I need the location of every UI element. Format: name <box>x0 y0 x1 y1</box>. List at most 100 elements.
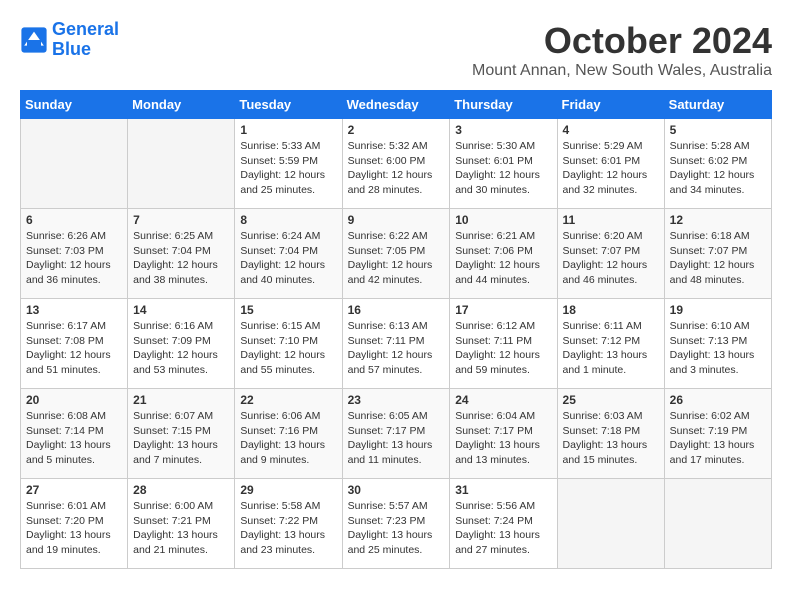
cell-content: Sunrise: 6:10 AMSunset: 7:13 PMDaylight:… <box>670 319 766 378</box>
cell-content: Sunrise: 6:07 AMSunset: 7:15 PMDaylight:… <box>133 409 229 468</box>
calendar-week-1: 1Sunrise: 5:33 AMSunset: 5:59 PMDaylight… <box>21 119 772 209</box>
logo-icon <box>20 26 48 54</box>
day-header-friday: Friday <box>557 91 664 119</box>
day-number: 16 <box>348 303 445 317</box>
cell-content: Sunrise: 6:24 AMSunset: 7:04 PMDaylight:… <box>240 229 336 288</box>
day-number: 15 <box>240 303 336 317</box>
cell-content: Sunrise: 5:56 AMSunset: 7:24 PMDaylight:… <box>455 499 551 558</box>
calendar-week-3: 13 Sunrise: 6:17 AMSunset: 7:08 PMDayligh… <box>21 299 772 389</box>
calendar-week-4: 20 Sunrise: 6:08 AMSunset: 7:14 PMDayligh… <box>21 389 772 479</box>
day-header-monday: Monday <box>128 91 235 119</box>
day-number: 8 <box>240 213 336 227</box>
calendar-table: SundayMondayTuesdayWednesdayThursdayFrid… <box>20 90 772 569</box>
day-number: 11 <box>563 213 659 227</box>
calendar-cell: 24 Sunrise: 6:04 AMSunset: 7:17 PMDayligh… <box>450 389 557 479</box>
cell-content: Sunrise: 6:01 AMSunset: 7:20 PMDaylight:… <box>26 499 122 558</box>
day-number: 24 <box>455 393 551 407</box>
calendar-cell: 7Sunrise: 6:25 AMSunset: 7:04 PMDaylight… <box>128 209 235 299</box>
calendar-cell: 31 Sunrise: 5:56 AMSunset: 7:24 PMDayligh… <box>450 479 557 569</box>
calendar-cell: 28 Sunrise: 6:00 AMSunset: 7:21 PMDayligh… <box>128 479 235 569</box>
cell-content: Sunrise: 6:15 AMSunset: 7:10 PMDaylight:… <box>240 319 336 378</box>
cell-content: Sunrise: 6:13 AMSunset: 7:11 PMDaylight:… <box>348 319 445 378</box>
calendar-cell: 13 Sunrise: 6:17 AMSunset: 7:08 PMDayligh… <box>21 299 128 389</box>
calendar-cell: 14 Sunrise: 6:16 AMSunset: 7:09 PMDayligh… <box>128 299 235 389</box>
day-number: 25 <box>563 393 659 407</box>
day-header-sunday: Sunday <box>21 91 128 119</box>
day-number: 22 <box>240 393 336 407</box>
day-number: 20 <box>26 393 122 407</box>
day-number: 10 <box>455 213 551 227</box>
cell-content: Sunrise: 6:20 AMSunset: 7:07 PMDaylight:… <box>563 229 659 288</box>
day-number: 6 <box>26 213 122 227</box>
calendar-cell: 11 Sunrise: 6:20 AMSunset: 7:07 PMDayligh… <box>557 209 664 299</box>
day-number: 2 <box>348 123 445 137</box>
cell-content: Sunrise: 6:18 AMSunset: 7:07 PMDaylight:… <box>670 229 766 288</box>
calendar-cell: 2 Sunrise: 5:32 AMSunset: 6:00 PMDaylight… <box>342 119 450 209</box>
day-number: 5 <box>670 123 766 137</box>
calendar-week-2: 6Sunrise: 6:26 AMSunset: 7:03 PMDaylight… <box>21 209 772 299</box>
calendar-cell: 1Sunrise: 5:33 AMSunset: 5:59 PMDaylight… <box>235 119 342 209</box>
calendar-cell: 6Sunrise: 6:26 AMSunset: 7:03 PMDaylight… <box>21 209 128 299</box>
day-number: 29 <box>240 483 336 497</box>
day-number: 26 <box>670 393 766 407</box>
logo-text: General Blue <box>52 20 119 60</box>
day-number: 23 <box>348 393 445 407</box>
cell-content: Sunrise: 6:05 AMSunset: 7:17 PMDaylight:… <box>348 409 445 468</box>
day-header-saturday: Saturday <box>664 91 771 119</box>
day-number: 30 <box>348 483 445 497</box>
cell-content: Sunrise: 6:08 AMSunset: 7:14 PMDaylight:… <box>26 409 122 468</box>
cell-content: Sunrise: 6:22 AMSunset: 7:05 PMDaylight:… <box>348 229 445 288</box>
day-number: 21 <box>133 393 229 407</box>
day-header-wednesday: Wednesday <box>342 91 450 119</box>
calendar-cell: 19 Sunrise: 6:10 AMSunset: 7:13 PMDayligh… <box>664 299 771 389</box>
cell-content: Sunrise: 5:57 AMSunset: 7:23 PMDaylight:… <box>348 499 445 558</box>
day-number: 4 <box>563 123 659 137</box>
month-title: October 2024 <box>472 20 772 62</box>
cell-content: Sunrise: 5:58 AMSunset: 7:22 PMDaylight:… <box>240 499 336 558</box>
cell-content: Sunrise: 6:16 AMSunset: 7:09 PMDaylight:… <box>133 319 229 378</box>
calendar-cell: 9 Sunrise: 6:22 AMSunset: 7:05 PMDaylight… <box>342 209 450 299</box>
day-number: 19 <box>670 303 766 317</box>
day-number: 28 <box>133 483 229 497</box>
cell-content: Sunrise: 5:28 AMSunset: 6:02 PMDaylight:… <box>670 139 766 198</box>
calendar-cell: 21 Sunrise: 6:07 AMSunset: 7:15 PMDayligh… <box>128 389 235 479</box>
calendar-cell: 22 Sunrise: 6:06 AMSunset: 7:16 PMDayligh… <box>235 389 342 479</box>
day-number: 3 <box>455 123 551 137</box>
calendar-cell: 29 Sunrise: 5:58 AMSunset: 7:22 PMDayligh… <box>235 479 342 569</box>
calendar-cell: 3 Sunrise: 5:30 AMSunset: 6:01 PMDaylight… <box>450 119 557 209</box>
logo: General Blue <box>20 20 119 60</box>
cell-content: Sunrise: 6:06 AMSunset: 7:16 PMDaylight:… <box>240 409 336 468</box>
cell-content: Sunrise: 6:11 AMSunset: 7:12 PMDaylight:… <box>563 319 659 378</box>
cell-content: Sunrise: 5:32 AMSunset: 6:00 PMDaylight:… <box>348 139 445 198</box>
cell-content: Sunrise: 6:03 AMSunset: 7:18 PMDaylight:… <box>563 409 659 468</box>
calendar-cell: 18 Sunrise: 6:11 AMSunset: 7:12 PMDayligh… <box>557 299 664 389</box>
cell-content: Sunrise: 6:12 AMSunset: 7:11 PMDaylight:… <box>455 319 551 378</box>
logo-blue: Blue <box>52 39 91 59</box>
day-number: 18 <box>563 303 659 317</box>
calendar-cell: 12 Sunrise: 6:18 AMSunset: 7:07 PMDayligh… <box>664 209 771 299</box>
calendar-cell: 10Sunrise: 6:21 AMSunset: 7:06 PMDayligh… <box>450 209 557 299</box>
cell-content: Sunrise: 6:17 AMSunset: 7:08 PMDaylight:… <box>26 319 122 378</box>
location: Mount Annan, New South Wales, Australia <box>472 62 772 80</box>
day-number: 12 <box>670 213 766 227</box>
day-number: 13 <box>26 303 122 317</box>
day-header-thursday: Thursday <box>450 91 557 119</box>
calendar-cell: 16 Sunrise: 6:13 AMSunset: 7:11 PMDayligh… <box>342 299 450 389</box>
calendar-cell: 4Sunrise: 5:29 AMSunset: 6:01 PMDaylight… <box>557 119 664 209</box>
day-number: 14 <box>133 303 229 317</box>
cell-content: Sunrise: 6:02 AMSunset: 7:19 PMDaylight:… <box>670 409 766 468</box>
cell-content: Sunrise: 5:30 AMSunset: 6:01 PMDaylight:… <box>455 139 551 198</box>
day-number: 9 <box>348 213 445 227</box>
title-section: October 2024 Mount Annan, New South Wale… <box>472 20 772 80</box>
page-header: General Blue October 2024 Mount Annan, N… <box>20 20 772 80</box>
cell-content: Sunrise: 6:25 AMSunset: 7:04 PMDaylight:… <box>133 229 229 288</box>
calendar-cell: 25 Sunrise: 6:03 AMSunset: 7:18 PMDayligh… <box>557 389 664 479</box>
calendar-week-5: 27 Sunrise: 6:01 AMSunset: 7:20 PMDayligh… <box>21 479 772 569</box>
day-number: 27 <box>26 483 122 497</box>
cell-content: Sunrise: 6:00 AMSunset: 7:21 PMDaylight:… <box>133 499 229 558</box>
cell-content: Sunrise: 6:04 AMSunset: 7:17 PMDaylight:… <box>455 409 551 468</box>
day-number: 31 <box>455 483 551 497</box>
calendar-cell <box>21 119 128 209</box>
calendar-cell: 5 Sunrise: 5:28 AMSunset: 6:02 PMDaylight… <box>664 119 771 209</box>
calendar-cell: 20 Sunrise: 6:08 AMSunset: 7:14 PMDayligh… <box>21 389 128 479</box>
